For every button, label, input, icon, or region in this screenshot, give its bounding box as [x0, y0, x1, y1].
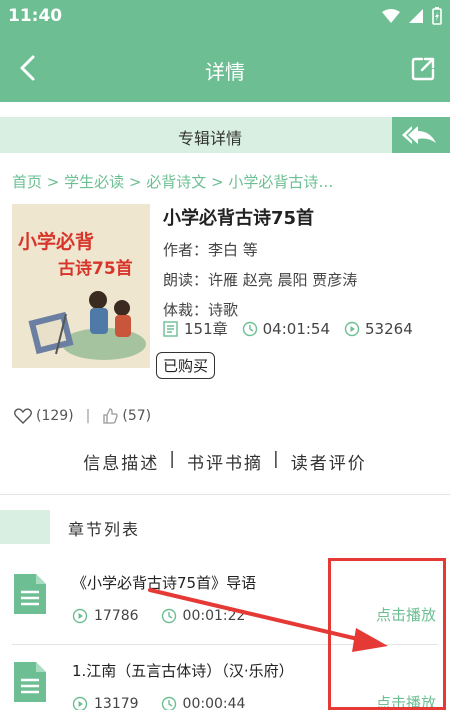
status-time: 11:40	[8, 6, 63, 26]
document-icon	[14, 662, 46, 702]
chapter-title: 1.江南（五言古体诗）（汉·乐府）	[72, 662, 294, 680]
clock-icon	[161, 696, 176, 710]
album-details-label: 专辑详情	[177, 129, 242, 148]
favorite-count: (129)	[36, 408, 74, 424]
purchased-badge: 已购买	[156, 352, 216, 379]
chapter-count-value: 151章	[184, 320, 228, 338]
chapter-plays: 17786	[94, 608, 139, 624]
cover-illustration: 小学必背 古诗75首	[12, 204, 150, 368]
chapter-duration: 00:01:22	[182, 608, 246, 624]
section-divider	[0, 494, 450, 495]
total-duration-value: 04:01:54	[262, 319, 331, 338]
play-circle-icon	[72, 608, 88, 624]
tab-divider: |	[169, 449, 177, 469]
thumbs-up-icon[interactable]	[102, 408, 119, 424]
book-cover: 小学必背 古诗75首	[12, 204, 150, 368]
row-divider	[12, 644, 438, 645]
chapter-count: 151章	[163, 318, 228, 339]
chapter-duration: 00:00:44	[182, 696, 246, 710]
chapter-plays: 13179	[94, 696, 139, 710]
clock-icon	[161, 608, 176, 624]
status-bar: 11:40	[0, 0, 450, 34]
book-author: 作者：李白 等	[163, 241, 258, 259]
play-count-value: 53264	[365, 319, 413, 338]
list-icon	[163, 320, 178, 337]
clock-icon	[242, 321, 257, 336]
status-icons	[382, 7, 442, 25]
reply-arrow-icon	[402, 126, 436, 144]
total-duration: 04:01:54	[242, 320, 330, 338]
play-circle-icon	[72, 696, 88, 710]
heart-icon[interactable]	[14, 408, 32, 424]
chapter-list-header: 章节列表	[0, 510, 450, 544]
book-narrator: 朗读：许雁 赵亮 晨阳 贾彦涛	[163, 271, 358, 289]
app-bar: 详情	[0, 34, 450, 102]
breadcrumb[interactable]: 首页 > 学生必读 > 必背诗文 > 小学必背古诗…	[12, 171, 333, 192]
tab-reader-ratings[interactable]: 读者评价	[281, 449, 377, 474]
detail-tabs: 信息描述 | 书评书摘 | 读者评价	[0, 449, 450, 474]
chapter-row[interactable]: 《小学必背古诗75首》导语 17786 00:01:22 点击播放	[0, 558, 450, 644]
return-button[interactable]	[392, 117, 450, 153]
document-icon	[14, 574, 46, 614]
tab-reviews[interactable]: 书评书摘	[177, 449, 273, 474]
tab-description[interactable]: 信息描述	[73, 449, 169, 474]
play-count: 53264	[344, 320, 413, 338]
cover-title-line1: 小学必背	[18, 230, 94, 253]
wifi-icon	[382, 9, 400, 23]
tab-divider: |	[273, 449, 281, 469]
play-button[interactable]: 点击播放	[376, 604, 436, 625]
chapter-title: 《小学必背古诗75首》导语	[72, 574, 257, 592]
social-divider: |	[85, 408, 91, 424]
signal-icon	[409, 9, 423, 23]
share-icon[interactable]	[410, 56, 436, 82]
chapter-row[interactable]: 1.江南（五言古体诗）（汉·乐府） 13179 00:00:44 点击播放	[0, 646, 450, 710]
book-stats: 151章 04:01:54 53264	[163, 318, 427, 339]
header-accent-block	[0, 510, 50, 544]
chapter-meta: 17786 00:01:22	[72, 608, 267, 624]
page-title: 详情	[205, 60, 245, 84]
book-info: 小学必背古诗75首 作者：李白 等 朗读：许雁 赵亮 晨阳 贾彦涛 体裁：诗歌	[163, 204, 357, 329]
book-title: 小学必背古诗75首	[163, 208, 315, 229]
social-actions: (129) | (57)	[14, 408, 151, 424]
play-circle-icon	[344, 321, 360, 336]
book-genre: 体裁：诗歌	[163, 301, 239, 319]
album-details-bar: 专辑详情	[0, 117, 450, 153]
battery-icon	[432, 7, 442, 25]
chapter-meta: 13179 00:00:44	[72, 696, 267, 710]
chapter-list-label: 章节列表	[68, 520, 141, 539]
cover-title-line2: 古诗75首	[58, 258, 133, 279]
play-button[interactable]: 点击播放	[376, 692, 436, 710]
like-count: (57)	[122, 408, 152, 424]
